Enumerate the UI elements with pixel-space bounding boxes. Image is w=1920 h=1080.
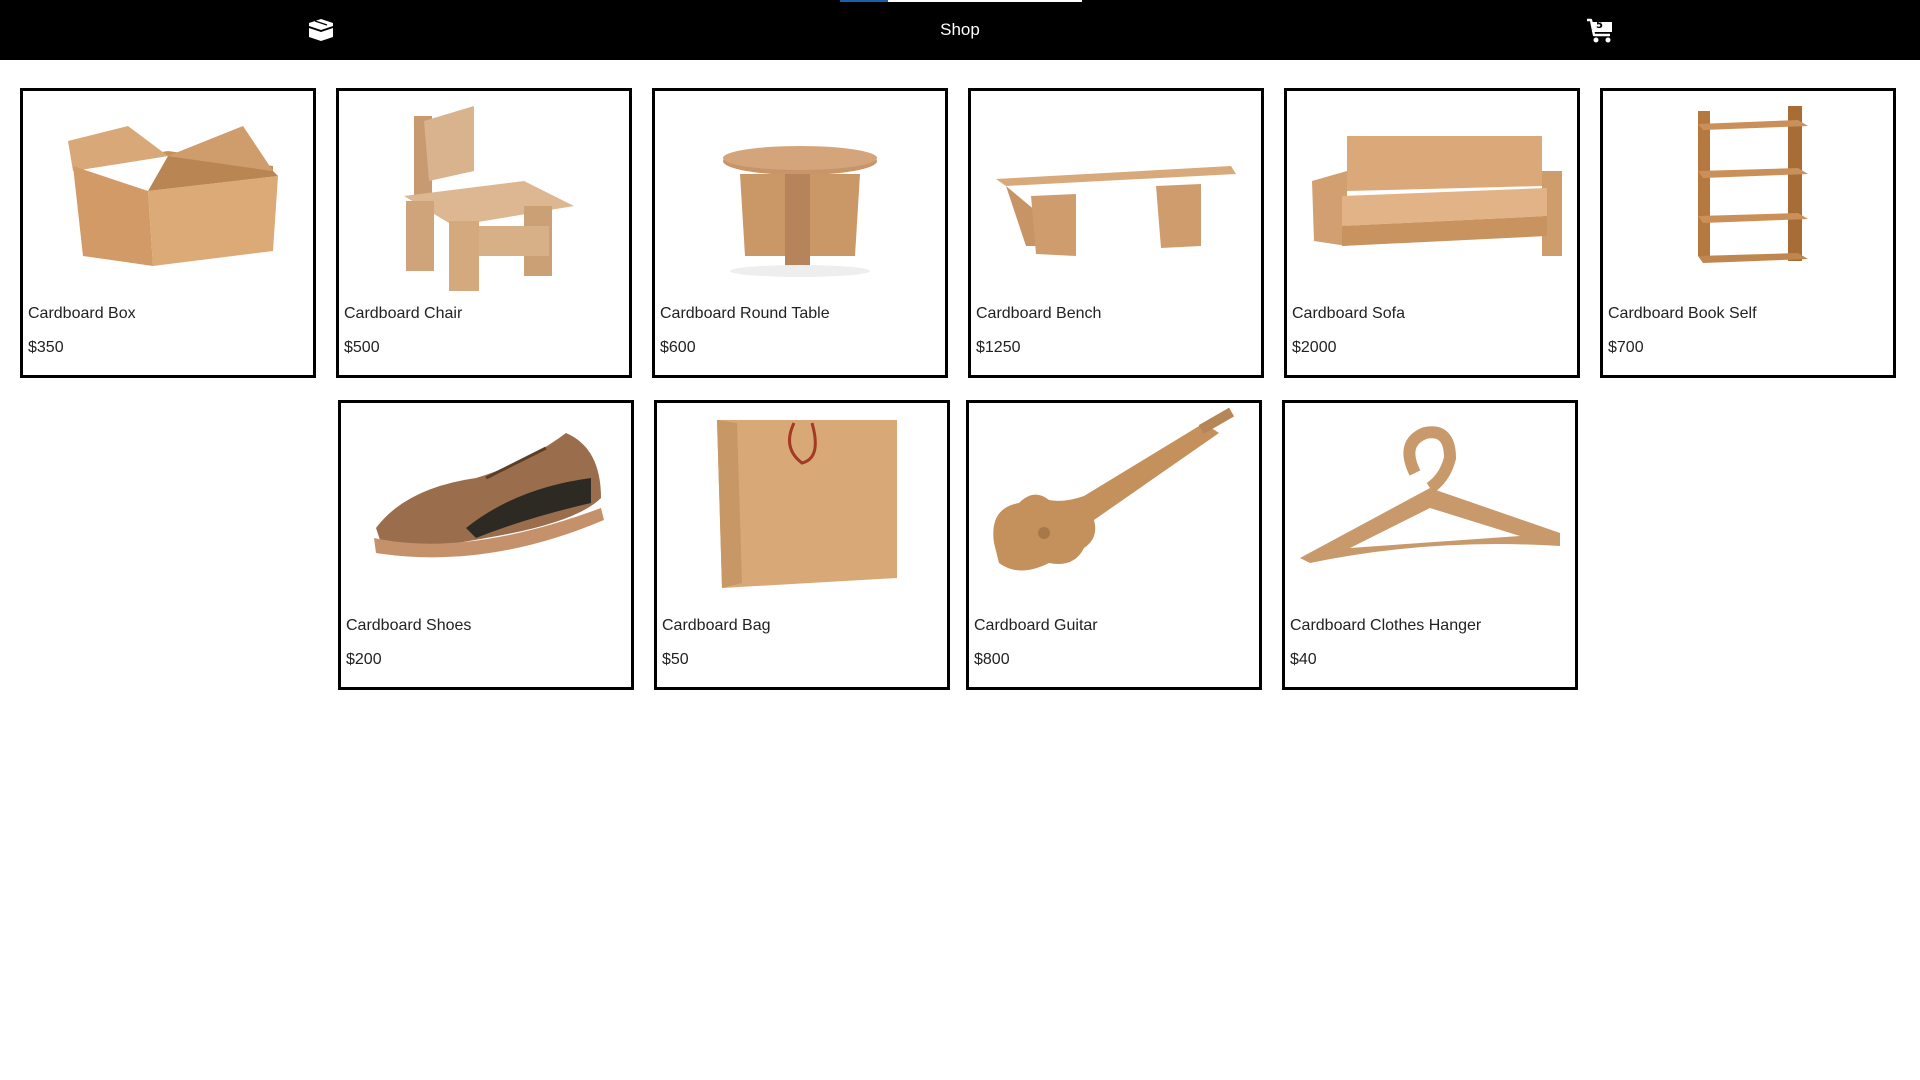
cardboard-bag-image (662, 408, 942, 608)
top-navigation-bar: Shop 5 (0, 0, 1920, 60)
shop-link[interactable]: Shop (940, 20, 980, 39)
product-price: $200 (346, 651, 382, 668)
cardboard-hanger-image (1290, 408, 1570, 608)
page-title: Shop (0, 20, 1920, 40)
product-price: $700 (1608, 339, 1644, 356)
product-card[interactable]: Cardboard Shoes $200 (338, 400, 634, 690)
box-icon[interactable] (306, 17, 336, 43)
product-name: Cardboard Bag (662, 617, 771, 634)
product-card[interactable]: Cardboard Chair $500 (336, 88, 632, 378)
product-price: $40 (1290, 651, 1317, 668)
cart-button[interactable]: 5 (1586, 18, 1614, 44)
product-card[interactable]: Cardboard Bench $1250 (968, 88, 1264, 378)
cardboard-table-image (660, 96, 940, 296)
product-card[interactable]: Cardboard Book Self $700 (1600, 88, 1896, 378)
product-name: Cardboard Bench (976, 305, 1102, 322)
product-price: $1250 (976, 339, 1021, 356)
product-name: Cardboard Clothes Hanger (1290, 617, 1482, 634)
product-card[interactable]: Cardboard Round Table $600 (652, 88, 948, 378)
product-price: $600 (660, 339, 696, 356)
product-price: $500 (344, 339, 380, 356)
cardboard-box-image (28, 96, 308, 296)
cardboard-guitar-image (974, 408, 1254, 608)
product-card[interactable]: Cardboard Clothes Hanger $40 (1282, 400, 1578, 690)
product-price: $50 (662, 651, 689, 668)
loading-indicator (840, 0, 1082, 2)
product-name: Cardboard Shoes (346, 617, 472, 634)
product-card[interactable]: Cardboard Sofa $2000 (1284, 88, 1580, 378)
product-price: $2000 (1292, 339, 1337, 356)
product-name: Cardboard Chair (344, 305, 463, 322)
cardboard-shelf-image (1608, 96, 1888, 296)
cardboard-bench-image (976, 96, 1256, 296)
cardboard-shoes-image (346, 408, 626, 608)
product-card[interactable]: Cardboard Box $350 (20, 88, 316, 378)
product-name: Cardboard Guitar (974, 617, 1098, 634)
product-card[interactable]: Cardboard Bag $50 (654, 400, 950, 690)
product-price: $350 (28, 339, 64, 356)
cart-count-badge: 5 (1596, 20, 1603, 31)
product-name: Cardboard Round Table (660, 305, 830, 322)
product-name: Cardboard Book Self (1608, 305, 1757, 322)
product-name: Cardboard Box (28, 305, 136, 322)
product-name: Cardboard Sofa (1292, 305, 1405, 322)
product-card[interactable]: Cardboard Guitar $800 (966, 400, 1262, 690)
product-price: $800 (974, 651, 1010, 668)
cardboard-chair-image (344, 96, 624, 296)
cardboard-sofa-image (1292, 96, 1572, 296)
